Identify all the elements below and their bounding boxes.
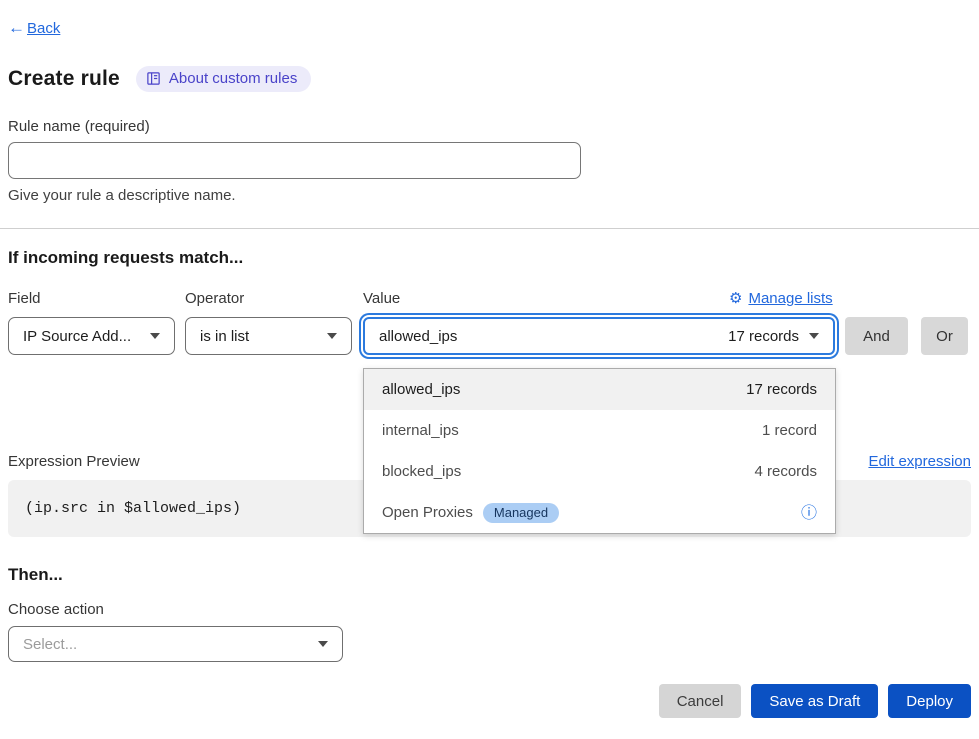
expression-code: (ip.src in $allowed_ips): [25, 500, 241, 517]
chevron-down-icon: [150, 333, 160, 339]
dropdown-item-open-proxies[interactable]: Open Proxies Managed ⓘ: [364, 492, 835, 533]
value-select-meta: 17 records: [728, 328, 799, 345]
list-name: blocked_ips: [382, 463, 461, 480]
dropdown-item-internal-ips[interactable]: internal_ips 1 record: [364, 410, 835, 451]
gear-icon: ⚙: [729, 289, 742, 307]
action-select-placeholder: Select...: [23, 636, 77, 653]
choose-action-label: Choose action: [8, 601, 104, 618]
dropdown-item-allowed-ips[interactable]: allowed_ips 17 records: [364, 369, 835, 410]
value-select-name: allowed_ips: [379, 328, 457, 345]
field-select-value: IP Source Add...: [23, 328, 131, 345]
chevron-down-icon: [318, 641, 328, 647]
chevron-down-icon: [809, 333, 819, 339]
match-heading: If incoming requests match...: [8, 248, 243, 268]
book-icon: [146, 71, 161, 86]
dropdown-item-blocked-ips[interactable]: blocked_ips 4 records: [364, 451, 835, 492]
action-select[interactable]: Select...: [8, 626, 343, 662]
info-icon[interactable]: ⓘ: [801, 505, 817, 521]
field-label: Field: [8, 290, 41, 307]
or-button[interactable]: Or: [921, 317, 968, 355]
value-dropdown-menu: allowed_ips 17 records internal_ips 1 re…: [363, 368, 836, 534]
cancel-button[interactable]: Cancel: [659, 684, 742, 718]
list-record-count: 4 records: [754, 463, 817, 480]
value-label: Value: [363, 290, 400, 307]
rule-name-label: Rule name (required): [8, 118, 150, 135]
manage-lists-label: Manage lists: [748, 290, 832, 307]
then-heading: Then...: [8, 565, 63, 585]
list-record-count: 1 record: [762, 422, 817, 439]
field-select[interactable]: IP Source Add...: [8, 317, 175, 355]
operator-select[interactable]: is in list: [185, 317, 352, 355]
back-link-label: Back: [27, 20, 60, 37]
value-select[interactable]: allowed_ips 17 records: [363, 317, 835, 355]
page-title: Create rule: [8, 67, 120, 91]
section-divider: [0, 228, 979, 229]
operator-label: Operator: [185, 290, 244, 307]
about-badge-label: About custom rules: [169, 70, 297, 87]
title-row: Create rule About custom rules: [8, 66, 311, 92]
back-arrow-icon: ←: [8, 18, 25, 38]
expression-preview-label: Expression Preview: [8, 453, 140, 470]
about-custom-rules-link[interactable]: About custom rules: [136, 66, 311, 92]
list-name: internal_ips: [382, 422, 459, 439]
footer-actions: Cancel Save as Draft Deploy: [659, 684, 971, 718]
rule-name-input[interactable]: [8, 142, 581, 179]
list-name: Open Proxies: [382, 504, 473, 521]
deploy-button[interactable]: Deploy: [888, 684, 971, 718]
list-name: allowed_ips: [382, 381, 460, 398]
managed-badge: Managed: [483, 503, 559, 523]
chevron-down-icon: [327, 333, 337, 339]
operator-select-value: is in list: [200, 328, 249, 345]
rule-name-helper: Give your rule a descriptive name.: [8, 187, 236, 204]
save-as-draft-button[interactable]: Save as Draft: [751, 684, 878, 718]
manage-lists-link[interactable]: ⚙ Manage lists: [729, 289, 833, 307]
list-record-count: 17 records: [746, 381, 817, 398]
edit-expression-link[interactable]: Edit expression: [868, 453, 971, 470]
back-link[interactable]: ← Back: [8, 18, 60, 38]
and-button[interactable]: And: [845, 317, 908, 355]
